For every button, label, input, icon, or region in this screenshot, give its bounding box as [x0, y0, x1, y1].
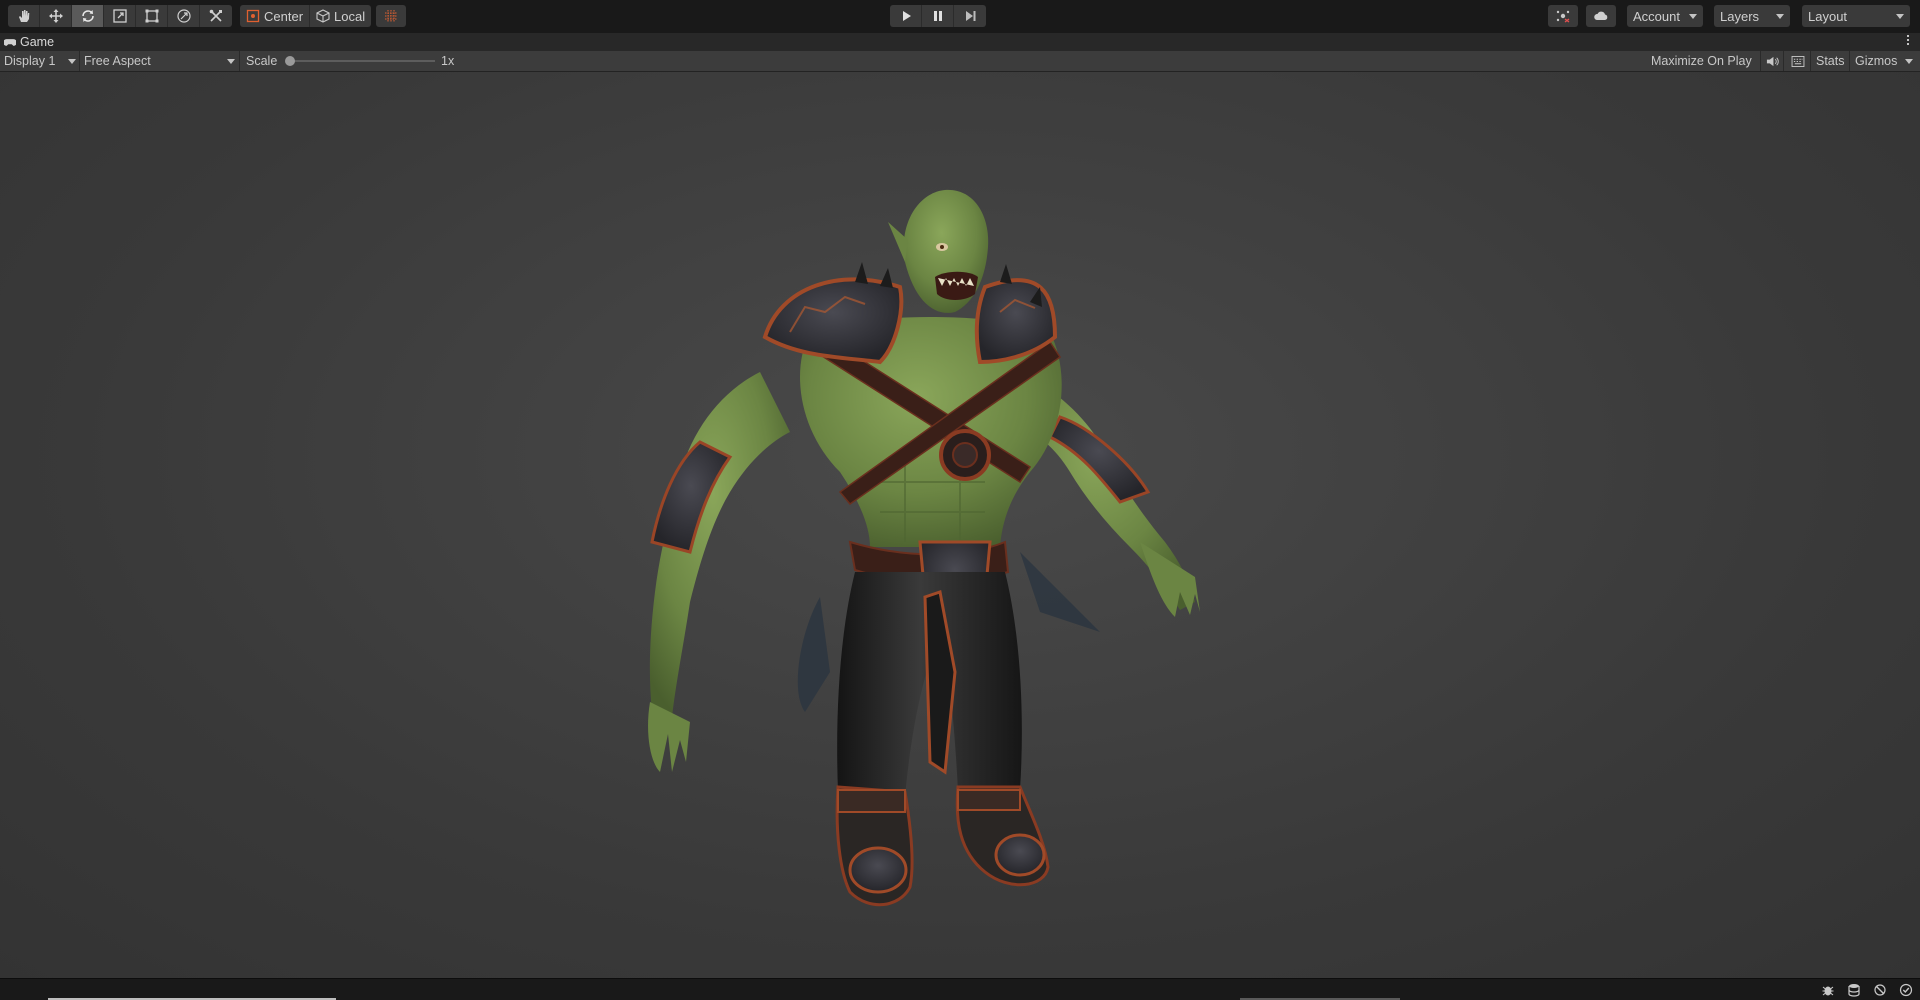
transform-tools: [8, 5, 232, 27]
stats-toggle[interactable]: Stats: [1816, 51, 1845, 71]
move-icon: [48, 9, 63, 23]
tab-game-label: Game: [20, 35, 55, 49]
rotate-icon: [81, 10, 94, 22]
speaker-icon: [1766, 56, 1779, 66]
aspect-dropdown[interactable]: Free Aspect: [84, 51, 235, 71]
divider: [1783, 51, 1784, 71]
pivot-center-button[interactable]: Center: [240, 5, 311, 27]
aspect-label: Free Aspect: [84, 54, 151, 68]
cloud-icon: [1594, 11, 1608, 20]
game-tab-bar: Game: [0, 33, 1920, 51]
chevron-down-icon: [1896, 13, 1904, 19]
chevron-down-icon: [1776, 13, 1784, 19]
pivot-center-label: Center: [264, 8, 304, 24]
orc-character-render: [648, 189, 1200, 907]
hand-tool-button[interactable]: [8, 5, 40, 27]
layout-dropdown[interactable]: Layout: [1802, 5, 1910, 27]
layers-label: Layers: [1720, 8, 1760, 24]
shortcuts-button[interactable]: [1791, 51, 1805, 71]
game-viewport[interactable]: [0, 72, 1920, 978]
rect-tool-button[interactable]: [136, 5, 168, 27]
divider: [1810, 51, 1811, 71]
account-label: Account: [1633, 8, 1680, 24]
pivot-center-icon: [246, 9, 260, 23]
hand-icon: [18, 10, 29, 22]
chevron-down-icon: [1689, 13, 1697, 19]
layout-label: Layout: [1808, 8, 1848, 24]
game-view-toolbar: Display 1 Free Aspect Scale 1x Maximize …: [0, 51, 1920, 72]
rotate-tool-button[interactable]: [72, 5, 104, 27]
divider: [239, 51, 240, 71]
cube-icon: [316, 9, 330, 23]
transform-icon: [176, 9, 191, 23]
step-icon: [966, 11, 976, 21]
chevron-down-icon: [1905, 58, 1913, 64]
custom-tool-icon: [209, 9, 222, 22]
pivot-group: Center Local: [240, 5, 372, 27]
gamepad-icon: [4, 38, 16, 46]
tab-game[interactable]: Game: [4, 33, 54, 51]
pivot-local-label: Local: [334, 8, 366, 24]
scale-label: Scale: [246, 54, 278, 68]
cache-server-icon[interactable]: [1846, 982, 1862, 997]
layers-dropdown[interactable]: Layers: [1714, 5, 1790, 27]
collab-button[interactable]: [1548, 5, 1578, 27]
scale-icon: [112, 9, 127, 23]
step-button[interactable]: [954, 5, 986, 27]
cloud-button[interactable]: [1586, 5, 1616, 27]
display-dropdown[interactable]: Display 1: [4, 51, 76, 71]
more-options-icon[interactable]: [1907, 35, 1910, 45]
maximize-on-play-toggle[interactable]: Maximize On Play: [1651, 51, 1752, 71]
debug-icon[interactable]: [1820, 982, 1836, 997]
main-toolbar: Center Local Account Layers Layout: [0, 0, 1920, 34]
divider: [79, 51, 80, 71]
gizmos-dropdown[interactable]: [1904, 51, 1914, 71]
grid-snap-group: [376, 5, 406, 27]
playmode-controls: [890, 5, 986, 27]
play-icon: [902, 11, 911, 21]
pause-button[interactable]: [922, 5, 954, 27]
gizmos-toggle[interactable]: Gizmos: [1855, 51, 1897, 71]
move-tool-button[interactable]: [40, 5, 72, 27]
divider: [1849, 51, 1850, 71]
scale-slider-handle[interactable]: [285, 56, 295, 66]
services-icon: [1556, 10, 1570, 23]
scale-value: 1x: [441, 54, 455, 68]
display-label: Display 1: [4, 54, 56, 68]
checkmark-icon[interactable]: [1898, 982, 1914, 997]
transform-tool-button[interactable]: [168, 5, 200, 27]
divider: [1760, 51, 1761, 71]
rect-icon: [145, 9, 158, 23]
auto-generate-lighting-icon[interactable]: [1872, 982, 1888, 997]
pivot-local-button[interactable]: Local: [310, 5, 371, 27]
play-button[interactable]: [890, 5, 922, 27]
scale-tool-button[interactable]: [104, 5, 136, 27]
grid-snap-button[interactable]: [376, 5, 406, 27]
pause-icon: [933, 11, 942, 21]
account-dropdown[interactable]: Account: [1627, 5, 1703, 27]
status-bar: [0, 978, 1920, 1000]
chevron-down-icon: [68, 58, 76, 64]
mute-audio-button[interactable]: [1765, 51, 1779, 71]
custom-tool-button[interactable]: [200, 5, 232, 27]
status-icons: [1820, 982, 1914, 997]
chevron-down-icon: [227, 58, 235, 64]
keyboard-icon: [1791, 55, 1805, 67]
grid-snap-icon: [385, 10, 397, 22]
scale-slider-track[interactable]: [290, 60, 435, 62]
